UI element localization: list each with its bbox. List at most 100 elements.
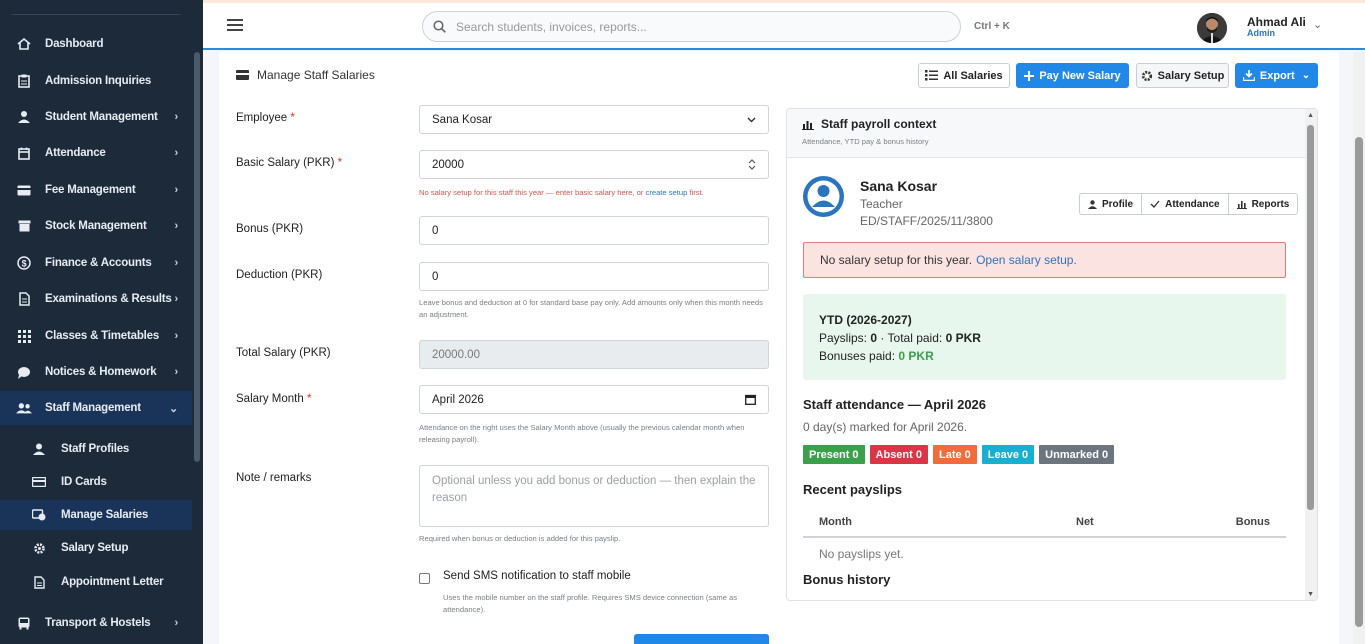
chevron-down-icon: ⌄ [168, 402, 178, 415]
reports-button[interactable]: Reports [1229, 194, 1298, 214]
submit-button[interactable] [634, 634, 769, 644]
all-salaries-button[interactable]: All Salaries [918, 63, 1010, 88]
context-scroll-thumb[interactable] [1307, 125, 1314, 510]
deduction-value: 0 [432, 270, 439, 283]
ytd-summary: YTD (2026-2027) Payslips: 0 · Total paid… [803, 294, 1286, 380]
total-salary-field: 20000.00 [419, 340, 769, 369]
sidebar-item-transport-hostels[interactable]: Transport & Hostels › [0, 606, 192, 640]
search-icon [433, 20, 446, 33]
sidebar-item-examinations-results[interactable]: Examinations & Results › [0, 282, 192, 316]
sidebar-item-stock-management[interactable]: Stock Management › [0, 209, 192, 243]
sms-checkbox[interactable] [419, 573, 430, 584]
sidebar-item-dashboard[interactable]: Dashboard [0, 27, 192, 61]
file-icon [32, 575, 46, 589]
sidebar-subitem-id-cards[interactable]: ID Cards [0, 467, 192, 497]
chevron-right-icon: › [174, 220, 179, 232]
staff-name: Sana Kosar [860, 178, 938, 194]
menu-toggle-icon[interactable] [227, 19, 243, 34]
chevron-down-icon[interactable]: ⌄ [1313, 18, 1322, 31]
page-scroll-thumb[interactable] [1355, 137, 1363, 627]
chevron-right-icon: › [174, 293, 179, 305]
attendance-button[interactable]: Attendance [1142, 194, 1229, 214]
salary-month-label: Salary Month * [236, 393, 312, 405]
create-setup-link[interactable]: create setup [646, 188, 688, 197]
sidebar-scrollbar[interactable] [194, 52, 200, 462]
bar-chart-icon [802, 119, 814, 130]
user-name[interactable]: Ahmad Ali [1247, 15, 1306, 29]
employee-label: Employee * [236, 112, 295, 124]
search-placeholder: Search students, invoices, reports... [456, 19, 647, 34]
ytd-title: YTD (2026-2027) [819, 313, 912, 327]
sidebar-item-finance-accounts[interactable]: $ Finance & Accounts › [0, 246, 192, 280]
bar-chart-icon [1236, 200, 1247, 209]
ytd-bonuses-line: Bonuses paid: 0 PKR [819, 349, 934, 363]
sidebar-item-label: Student Management [45, 111, 158, 123]
page-scrollbar[interactable] [1353, 52, 1365, 644]
grid-icon [16, 328, 32, 344]
total-salary-label: Total Salary (PKR) [236, 347, 331, 359]
context-scrollbar[interactable]: ▲ ▼ [1305, 109, 1317, 600]
card-icon [236, 70, 249, 80]
sidebar-item-student-management[interactable]: Student Management › [0, 100, 192, 134]
sidebar-subitem-label: Staff Profiles [61, 443, 130, 455]
profile-button[interactable]: Profile [1080, 194, 1143, 214]
gear-icon [1141, 70, 1153, 82]
chevron-down-icon: ⌄ [1301, 70, 1311, 81]
chevron-right-icon: › [174, 330, 179, 342]
all-salaries-label: All Salaries [943, 69, 1003, 82]
bus-icon [16, 615, 32, 631]
sidebar-item-staff-management[interactable]: Staff Management ⌄ [0, 391, 192, 425]
deduction-input[interactable]: 0 [419, 262, 769, 291]
sidebar-item-label: Examinations & Results [45, 293, 172, 305]
sidebar-subitem-manage-salaries[interactable]: Manage Salaries [0, 500, 192, 530]
sidebar-item-fee-management[interactable]: Fee Management › [0, 173, 192, 207]
sidebar-subitem-label: Appointment Letter [61, 576, 164, 588]
bonus-input[interactable]: 0 [419, 216, 769, 245]
card-icon [16, 182, 32, 198]
sidebar-item-label: Stock Management [45, 220, 147, 232]
sidebar-subitem-label: ID Cards [61, 476, 107, 488]
sidebar-item-admission-inquiries[interactable]: Admission Inquiries [0, 64, 192, 98]
money-icon [32, 508, 46, 522]
list-icon [925, 70, 939, 81]
sidebar-subitem-label: Manage Salaries [61, 509, 149, 521]
attendance-subtitle: 0 day(s) marked for April 2026. [803, 420, 968, 434]
users-icon [16, 400, 32, 416]
pay-new-salary-button[interactable]: Pay New Salary [1016, 63, 1129, 88]
chevron-right-icon: › [174, 617, 179, 629]
sidebar-subitem-salary-setup[interactable]: Salary Setup [0, 533, 192, 563]
clipboard-icon [16, 73, 32, 89]
scroll-down-icon[interactable]: ▼ [1307, 591, 1314, 598]
salary-setup-button[interactable]: Salary Setup [1136, 63, 1229, 88]
stepper-icon[interactable] [748, 158, 756, 171]
calendar-icon[interactable] [745, 394, 756, 405]
gear-icon [32, 541, 46, 555]
basic-salary-input[interactable]: 20000 [419, 150, 769, 179]
avatar[interactable] [1197, 13, 1227, 43]
open-salary-setup-link[interactable]: Open salary setup. [976, 253, 1077, 267]
scroll-up-icon[interactable]: ▲ [1307, 112, 1314, 119]
export-button[interactable]: Export ⌄ [1235, 63, 1318, 88]
chevron-right-icon: › [174, 257, 179, 269]
bonus-value: 0 [432, 224, 439, 237]
sidebar-item-notices-homework[interactable]: Notices & Homework › [0, 355, 192, 389]
user-icon [1088, 199, 1097, 209]
late-badge: Late 0 [933, 445, 977, 464]
employee-select[interactable]: Sana Kosar [419, 105, 769, 134]
sidebar-item-label: Fee Management [45, 184, 136, 196]
column-net: Net [1076, 516, 1094, 528]
note-textarea[interactable]: Optional unless you add bonus or deducti… [419, 465, 769, 527]
dollar-icon: $ [16, 255, 32, 271]
sidebar-subitem-staff-profiles[interactable]: Staff Profiles [0, 434, 192, 464]
sms-label[interactable]: Send SMS notification to staff mobile [443, 570, 631, 582]
attendance-badges: Present 0 Absent 0 Late 0 Leave 0 Unmark… [803, 445, 1119, 464]
bonus-history-title: Bonus history [803, 572, 891, 587]
sidebar-item-classes-timetables[interactable]: Classes & Timetables › [0, 319, 192, 353]
salary-month-input[interactable]: April 2026 [419, 385, 769, 414]
sidebar-subitem-appointment-letter[interactable]: Appointment Letter [0, 567, 192, 597]
recent-payslips-title: Recent payslips [803, 482, 902, 497]
search-input[interactable]: Search students, invoices, reports... [422, 11, 961, 42]
note-label: Note / remarks [236, 472, 312, 484]
plus-icon [1024, 70, 1035, 81]
sidebar-item-attendance[interactable]: Attendance › [0, 136, 192, 170]
